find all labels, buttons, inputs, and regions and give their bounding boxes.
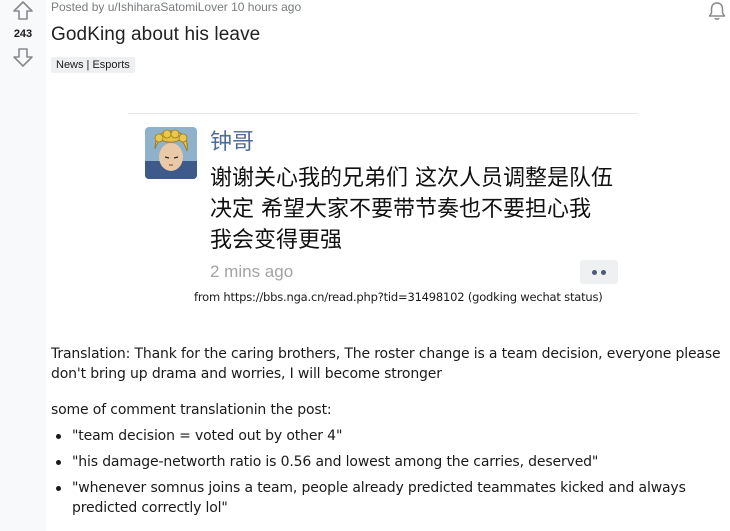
post-meta: Posted by u/IshiharaSatomiLover 10 hours…: [51, 0, 302, 14]
list-item: "his damage-networth ratio is 0.56 and l…: [51, 452, 711, 472]
post-title[interactable]: GodKing about his leave: [51, 24, 260, 46]
vote-score: 243: [13, 28, 33, 40]
more-dots-icon[interactable]: [580, 260, 618, 284]
wechat-status-line: 谢谢关心我的兄弟们 这次人员调整是队伍: [210, 166, 613, 191]
upvote-arrow-icon[interactable]: [12, 0, 34, 22]
image-caption: from https://bbs.nga.cn/read.php?tid=314…: [194, 290, 603, 304]
wechat-status-line: 决定 希望大家不要带节奏也不要担心我: [210, 197, 591, 222]
translation-paragraph: Translation: Thank for the caring brothe…: [51, 346, 721, 382]
list-item: "whenever somnus joins a team, people al…: [51, 478, 711, 518]
list-item: "team decision = voted out by other 4": [51, 426, 711, 446]
avatar: [145, 127, 197, 179]
comment-list: "team decision = voted out by other 4" "…: [51, 426, 711, 524]
post-flair[interactable]: News | Esports: [51, 57, 135, 73]
comments-intro: some of comment translationin the post:: [51, 402, 332, 418]
wechat-name: 钟哥: [210, 130, 255, 155]
downvote-arrow-icon[interactable]: [12, 46, 34, 68]
wechat-timestamp: 2 mins ago: [210, 262, 294, 281]
wechat-status-line: 我会变得更强: [210, 228, 343, 253]
bell-icon[interactable]: [706, 0, 728, 22]
vote-column: 243: [0, 0, 46, 531]
